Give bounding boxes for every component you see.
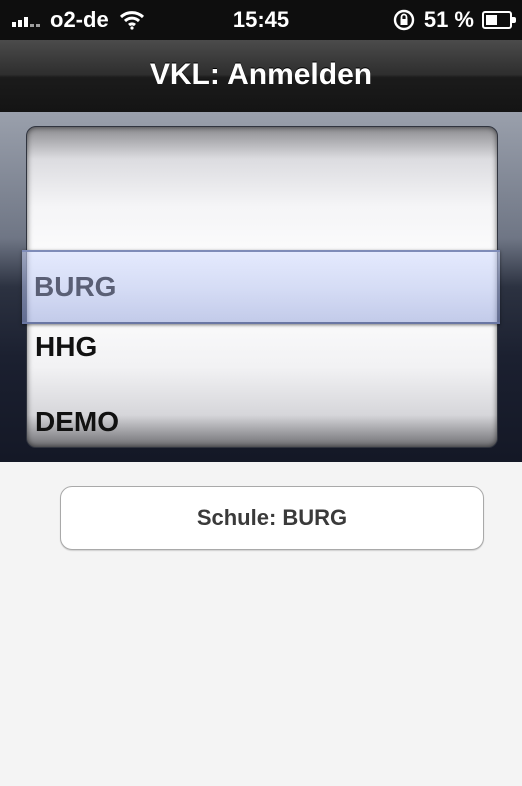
picker-selection-indicator[interactable]: BURG <box>22 250 500 324</box>
status-right: 51 % <box>392 7 516 33</box>
picker-item-hhg[interactable]: HHG <box>35 322 97 372</box>
picker-item-burg[interactable]: BURG <box>34 252 116 322</box>
battery-icon <box>482 11 516 29</box>
school-picker[interactable]: HHG DEMO BURG <box>0 112 522 462</box>
page-title: VKL: Anmelden <box>149 58 373 91</box>
navigation-bar: VKL: Anmelden <box>0 40 522 113</box>
rotation-lock-icon <box>393 9 415 31</box>
status-bar: o2-de 15:45 51 % <box>0 0 522 40</box>
picker-item-demo[interactable]: DEMO <box>35 397 119 447</box>
battery-percent: 51 % <box>423 7 474 32</box>
school-button[interactable]: Schule: BURG <box>60 486 484 550</box>
